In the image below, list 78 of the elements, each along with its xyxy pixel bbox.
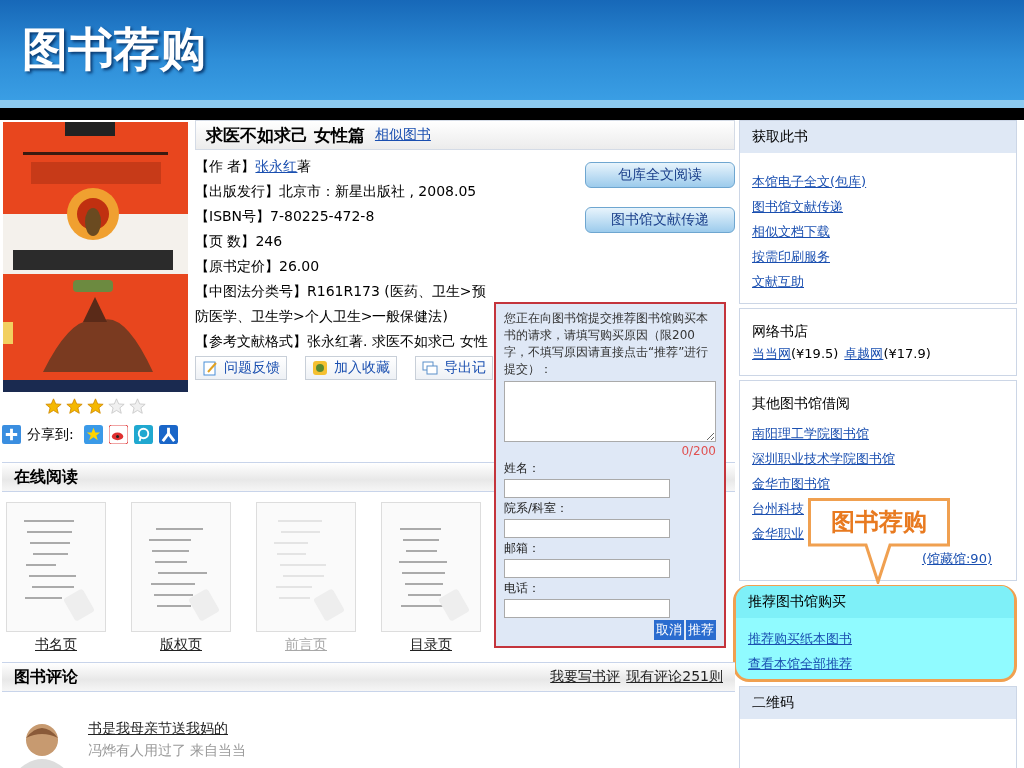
star-icon[interactable]: [108, 398, 125, 415]
panel-title: 其他图书馆借阅: [751, 394, 851, 413]
book-title: 求医不如求己 女性篇: [206, 123, 365, 147]
character-counter: 0/200: [681, 444, 716, 458]
dialog-prompt: 您正在向图书馆提交推荐图书馆购买本书的请求，请填写购买原因（限200字，不填写原因请直接点击“推荐”进行提交）：: [504, 310, 710, 378]
input-field[interactable]: [504, 519, 670, 538]
page-thumbnail[interactable]: [6, 502, 106, 632]
field-label: 姓名：: [504, 460, 541, 477]
page-link[interactable]: 目录页: [410, 636, 452, 654]
book-field: 【原书定价】26.00: [195, 254, 320, 279]
sidebar-link[interactable]: 图书馆文献传递: [752, 198, 843, 216]
dialog-button[interactable]: 推荐: [686, 620, 716, 640]
page-link[interactable]: 版权页: [160, 636, 202, 654]
star-icon[interactable]: [129, 398, 146, 415]
input-field[interactable]: [504, 559, 670, 578]
sidebar-link[interactable]: 金华市图书馆: [752, 475, 830, 493]
page-thumbnail[interactable]: [256, 502, 356, 632]
page-thumbnail[interactable]: [381, 502, 481, 632]
plus-icon[interactable]: [2, 425, 21, 444]
store-link[interactable]: 卓越网: [844, 346, 884, 361]
toolbar-button[interactable]: 导出记: [415, 356, 493, 380]
section-title: 图书评论: [14, 666, 78, 688]
store-price: (¥17.9): [883, 346, 931, 361]
coin-icon: [312, 360, 328, 376]
pencil-page-icon: [202, 360, 218, 376]
field-label: 电话：: [504, 580, 541, 597]
panel-title: 网络书店: [751, 322, 809, 341]
write-review-link[interactable]: 我要写书评: [550, 668, 621, 686]
windows-icon: [422, 360, 438, 376]
star-icon[interactable]: [66, 398, 83, 415]
field-label: 院系/科室：: [504, 500, 570, 517]
author-link[interactable]: 张永红: [255, 158, 298, 174]
dialog-button[interactable]: 取消: [654, 620, 684, 640]
store-price: (¥19.5): [791, 346, 839, 361]
review-title-link[interactable]: 书是我母亲节送我妈的: [88, 720, 247, 738]
share-label: 分享到:: [27, 425, 74, 444]
toolbar-button[interactable]: 加入收藏: [305, 356, 397, 380]
star-square-icon[interactable]: [83, 425, 103, 444]
star-icon[interactable]: [87, 398, 104, 415]
sidebar-link[interactable]: 金华职业: [752, 525, 804, 543]
panel-title: 推荐图书馆购买: [748, 593, 846, 611]
book-field: 【中图法分类号】R161R173 (医药、卫生>预防医学、卫生学>个人卫生>一般保健法): [195, 279, 491, 329]
sidebar-link[interactable]: 文献互助: [752, 273, 804, 291]
review-meta: 冯烨有人用过了 来自当当: [88, 742, 247, 760]
sidebar-link[interactable]: 本馆电子全文(包库): [752, 173, 867, 191]
page-link[interactable]: 书名页: [35, 636, 77, 654]
book-field: 【出版发行】北京市：新星出版社 , 2008.05: [195, 179, 477, 204]
review-count-link[interactable]: 现有评论251则: [626, 668, 723, 686]
action-button[interactable]: 图书馆文献传递: [585, 207, 735, 233]
action-button[interactable]: 包库全文阅读: [585, 162, 735, 188]
callout-text: 图书荐购: [830, 507, 928, 538]
book-field: 【参考文献格式】张永红著. 求医不如求己 女性: [195, 329, 489, 354]
book-field: 【页 数】246: [195, 229, 283, 254]
section-title: 在线阅读: [14, 466, 78, 488]
sidebar-link[interactable]: 按需印刷服务: [752, 248, 830, 266]
input-field[interactable]: [504, 479, 670, 498]
reason-field[interactable]: [504, 381, 716, 442]
sidebar-link[interactable]: 台州科技: [752, 500, 804, 518]
slide-title: 图书荐购: [22, 21, 206, 78]
page-thumbnail[interactable]: [131, 502, 231, 632]
more-link[interactable]: (馆藏馆:90): [921, 550, 992, 568]
circle-square-icon[interactable]: [133, 425, 153, 444]
sidebar-link[interactable]: 深圳职业技术学院图书馆: [752, 450, 895, 468]
sidebar-link[interactable]: 相似文档下载: [752, 223, 830, 241]
panel-title: 二维码: [752, 694, 794, 712]
store-link[interactable]: 当当网: [752, 346, 791, 361]
input-field[interactable]: [504, 599, 670, 618]
sidebar-link[interactable]: 推荐购买纸本图书: [748, 630, 852, 648]
sidebar-link[interactable]: 查看本馆全部推荐: [748, 655, 852, 673]
person-square-icon[interactable]: [158, 425, 178, 444]
sidebar-link[interactable]: 南阳理工学院图书馆: [752, 425, 869, 443]
book-field: 【作 者】张永红著: [195, 154, 312, 179]
toolbar-button[interactable]: 问题反馈: [195, 356, 287, 380]
star-icon[interactable]: [45, 398, 62, 415]
book-field: 【ISBN号】7-80225-472-8: [195, 204, 375, 229]
similar-books-link[interactable]: 相似图书: [374, 126, 431, 144]
panel-title: 获取此书: [752, 128, 808, 146]
field-label: 邮箱：: [504, 540, 541, 557]
